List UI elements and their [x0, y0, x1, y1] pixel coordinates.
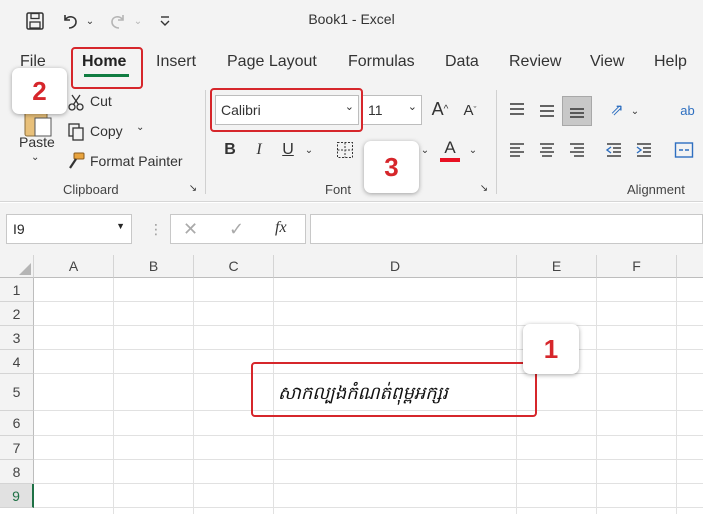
copy-dropdown-icon[interactable]: ⌄ — [136, 122, 144, 133]
row-header-selected[interactable]: 9 — [0, 484, 34, 508]
step-badge-2: 2 — [12, 68, 67, 114]
format-painter-button[interactable]: Format Painter — [90, 153, 183, 169]
column-header[interactable]: E — [517, 255, 597, 278]
tab-help[interactable]: Help — [654, 53, 687, 71]
column-header[interactable]: F — [597, 255, 677, 278]
cancel-icon[interactable]: ✕ — [183, 219, 198, 240]
row-header[interactable]: 5 — [0, 374, 34, 411]
formula-input[interactable] — [310, 214, 703, 244]
orientation-icon[interactable]: ⇗ — [603, 98, 631, 122]
step-badge-3: 3 — [364, 141, 419, 193]
font-size-dropdown-icon[interactable]: ⌄ — [408, 100, 417, 113]
font-launcher-icon[interactable]: ↘ — [478, 182, 490, 194]
orientation-dropdown-icon[interactable]: ⌄ — [629, 102, 641, 120]
fill-color-dropdown-icon[interactable]: ⌄ — [418, 140, 432, 160]
wrap-text-icon[interactable]: ab — [672, 96, 703, 124]
underline-dropdown-icon[interactable]: ⌄ — [302, 140, 316, 160]
gridline — [193, 278, 194, 514]
column-header[interactable]: B — [114, 255, 194, 278]
middle-align-icon[interactable] — [535, 98, 559, 122]
font-color-swatch — [440, 158, 460, 162]
paste-button[interactable]: Paste — [19, 134, 55, 150]
tab-insert[interactable]: Insert — [156, 53, 196, 71]
gridline — [596, 278, 597, 514]
copy-button[interactable]: Copy — [90, 123, 123, 139]
formula-buttons: ✕ ✓ fx — [170, 214, 306, 244]
column-header[interactable]: C — [194, 255, 274, 278]
formula-bar-grip-icon: ⋮ — [149, 221, 163, 237]
title-bar: ⌄ ⌄ Book1 - Excel — [0, 0, 703, 42]
column-header[interactable]: A — [34, 255, 114, 278]
cut-icon[interactable] — [66, 92, 86, 112]
column-header[interactable]: D — [274, 255, 517, 278]
gridline — [676, 278, 677, 514]
cell-highlight — [251, 362, 537, 417]
gridline — [34, 459, 703, 460]
cut-button[interactable]: Cut — [90, 93, 112, 109]
font-group-label: Font — [325, 182, 352, 197]
copy-icon[interactable] — [66, 122, 86, 142]
underline-button[interactable]: U — [277, 138, 299, 162]
font-color-glyph: A — [444, 138, 456, 157]
gridline — [34, 325, 703, 326]
gridline — [34, 301, 703, 302]
borders-icon[interactable] — [333, 138, 357, 162]
select-all-corner[interactable] — [0, 255, 34, 278]
ribbon-separator — [205, 90, 206, 194]
increase-font-size-icon[interactable]: A ^ — [428, 96, 452, 122]
decrease-font-size-icon[interactable]: Aˇ — [459, 98, 481, 122]
format-painter-icon[interactable] — [66, 151, 86, 171]
gridline — [34, 507, 703, 508]
tab-data[interactable]: Data — [445, 53, 479, 71]
gridline — [34, 435, 703, 436]
column-header[interactable] — [677, 255, 703, 278]
formula-bar: I9 ▼ ⋮ ✕ ✓ fx — [0, 203, 703, 255]
tab-page-layout[interactable]: Page Layout — [227, 53, 317, 71]
row-header[interactable]: 1 — [0, 278, 34, 302]
paste-dropdown-icon[interactable]: ⌄ — [31, 152, 39, 163]
name-box-value: I9 — [13, 221, 25, 237]
gridline — [113, 278, 114, 514]
align-center-icon[interactable] — [535, 138, 559, 162]
gridline — [34, 349, 703, 350]
italic-button[interactable]: I — [248, 138, 270, 162]
alignment-group-label: Alignment — [627, 182, 685, 197]
tab-review[interactable]: Review — [509, 53, 561, 71]
insert-function-button[interactable]: fx — [275, 219, 287, 237]
tab-formulas[interactable]: Formulas — [348, 53, 415, 71]
font-color-dropdown-icon[interactable]: ⌄ — [466, 140, 480, 160]
window-title: Book1 - Excel — [308, 11, 395, 27]
bottom-align-icon[interactable] — [562, 96, 592, 126]
clipboard-group-label: Clipboard — [63, 182, 119, 197]
decrease-indent-icon[interactable] — [602, 138, 626, 162]
enter-icon[interactable]: ✓ — [229, 219, 244, 240]
font-size-value: 11 — [368, 102, 383, 118]
font-combo-highlight — [210, 88, 363, 132]
gridline — [34, 483, 703, 484]
row-header[interactable]: 8 — [0, 460, 34, 484]
name-box[interactable]: I9 ▼ — [6, 214, 132, 244]
top-align-icon[interactable] — [505, 98, 529, 122]
bold-button[interactable]: B — [219, 138, 241, 162]
align-left-icon[interactable] — [505, 138, 529, 162]
font-color-icon[interactable]: A — [438, 136, 462, 164]
merge-center-icon[interactable] — [672, 138, 696, 162]
row-header[interactable]: 6 — [0, 411, 34, 436]
row-header[interactable]: 3 — [0, 326, 34, 350]
tab-view[interactable]: View — [590, 53, 624, 71]
row-header[interactable]: 7 — [0, 436, 34, 460]
step-badge-1: 1 — [523, 324, 579, 374]
font-size-combo[interactable]: 11 ⌄ — [362, 95, 422, 125]
increase-indent-icon[interactable] — [632, 138, 656, 162]
align-right-icon[interactable] — [565, 138, 589, 162]
row-header[interactable]: 4 — [0, 350, 34, 374]
home-tab-highlight — [71, 47, 143, 89]
name-box-dropdown-icon[interactable]: ▼ — [116, 221, 125, 231]
row-header[interactable]: 2 — [0, 302, 34, 326]
clipboard-launcher-icon[interactable]: ↘ — [187, 182, 199, 194]
ribbon-separator — [496, 90, 497, 194]
